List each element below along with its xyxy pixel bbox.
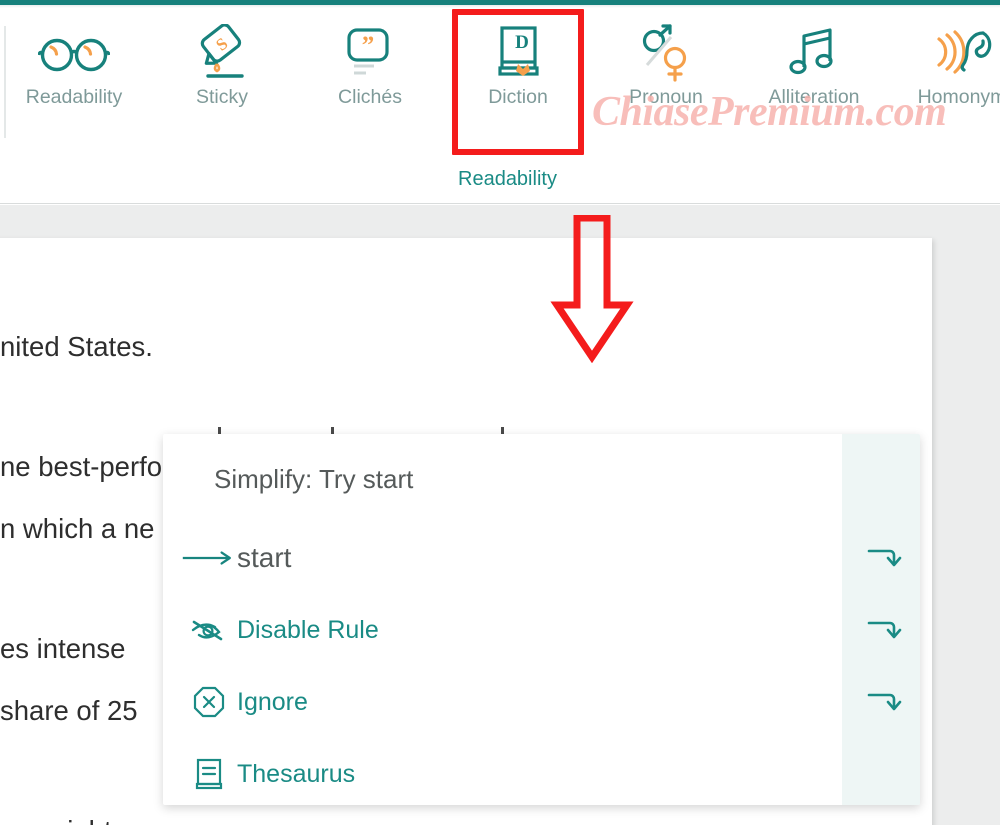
ribbon-item-homonym[interactable]: Homonym [888, 12, 1000, 109]
gender-symbols-icon [635, 22, 697, 84]
document-blank-line [0, 378, 930, 436]
ear-sound-icon [929, 22, 995, 84]
ribbon-item-readability[interactable]: Readability [0, 12, 148, 109]
music-note-icon [786, 22, 842, 84]
popup-action-list: start Disable Rule Ignore Thesaurus [163, 522, 920, 805]
glasses-icon [38, 22, 110, 84]
ribbon-item-label: Sticky [195, 86, 248, 108]
quote-bubble-icon: ” [341, 22, 399, 84]
svg-text:S: S [212, 34, 231, 55]
popup-row-disable-rule[interactable]: Disable Rule [163, 594, 920, 666]
popup-row-thesaurus[interactable]: Thesaurus [163, 738, 920, 805]
dictionary-book-icon: D [489, 22, 547, 84]
ribbon-item-label: Pronoun [629, 86, 703, 108]
eye-off-icon [163, 616, 237, 644]
ribbon-item-label: Homonym [917, 86, 1000, 108]
ribbon-item-alliteration[interactable]: Alliteration [740, 12, 888, 109]
svg-text:D: D [515, 32, 529, 53]
ribbon-item-sticky[interactable]: S Sticky [148, 12, 296, 109]
document-line: nited States. [0, 331, 153, 362]
popup-title: Simplify: Try start [214, 464, 414, 494]
popup-row-label: start [237, 542, 292, 573]
editor-workspace: nited States. ne best-performing year si… [0, 205, 1000, 825]
suggestion-popup: Simplify: Try start start Disable Rule I… [163, 434, 920, 805]
enter-key-icon[interactable] [862, 543, 908, 573]
popup-row-label: Thesaurus [237, 759, 356, 788]
app-window: Readability S Sticky ” Clichés D Diction… [0, 0, 1000, 825]
enter-key-icon[interactable] [862, 687, 908, 717]
octagon-x-icon [163, 685, 237, 719]
ribbon-item-cliches[interactable]: ” Clichés [296, 12, 444, 109]
ribbon-item-pronoun[interactable]: Pronoun [592, 12, 740, 109]
popup-row-ignore[interactable]: Ignore [163, 666, 920, 738]
long-arrow-right-icon [163, 547, 237, 569]
ribbon-group-label: Readability [458, 168, 557, 190]
ribbon-item-label: Alliteration [768, 86, 860, 108]
popup-row-replace-start[interactable]: start [163, 522, 920, 594]
ribbon-item-label: Diction [488, 86, 548, 108]
sticky-tag-icon: S [190, 22, 254, 84]
enter-key-icon[interactable] [862, 615, 908, 645]
svg-text:”: ” [362, 32, 375, 59]
popup-row-label: Disable Rule [237, 615, 379, 644]
ribbon-item-diction[interactable]: D Diction [444, 9, 592, 155]
popup-row-label: Ignore [237, 687, 308, 716]
ribbon-item-label: Clichés [338, 86, 402, 108]
ribbon-item-label: Readability [25, 86, 123, 108]
ribbon-item-list: Readability S Sticky ” Clichés D Diction… [0, 9, 1000, 155]
thesaurus-book-icon [163, 756, 237, 792]
ribbon-toolbar: Readability S Sticky ” Clichés D Diction… [0, 8, 1000, 204]
